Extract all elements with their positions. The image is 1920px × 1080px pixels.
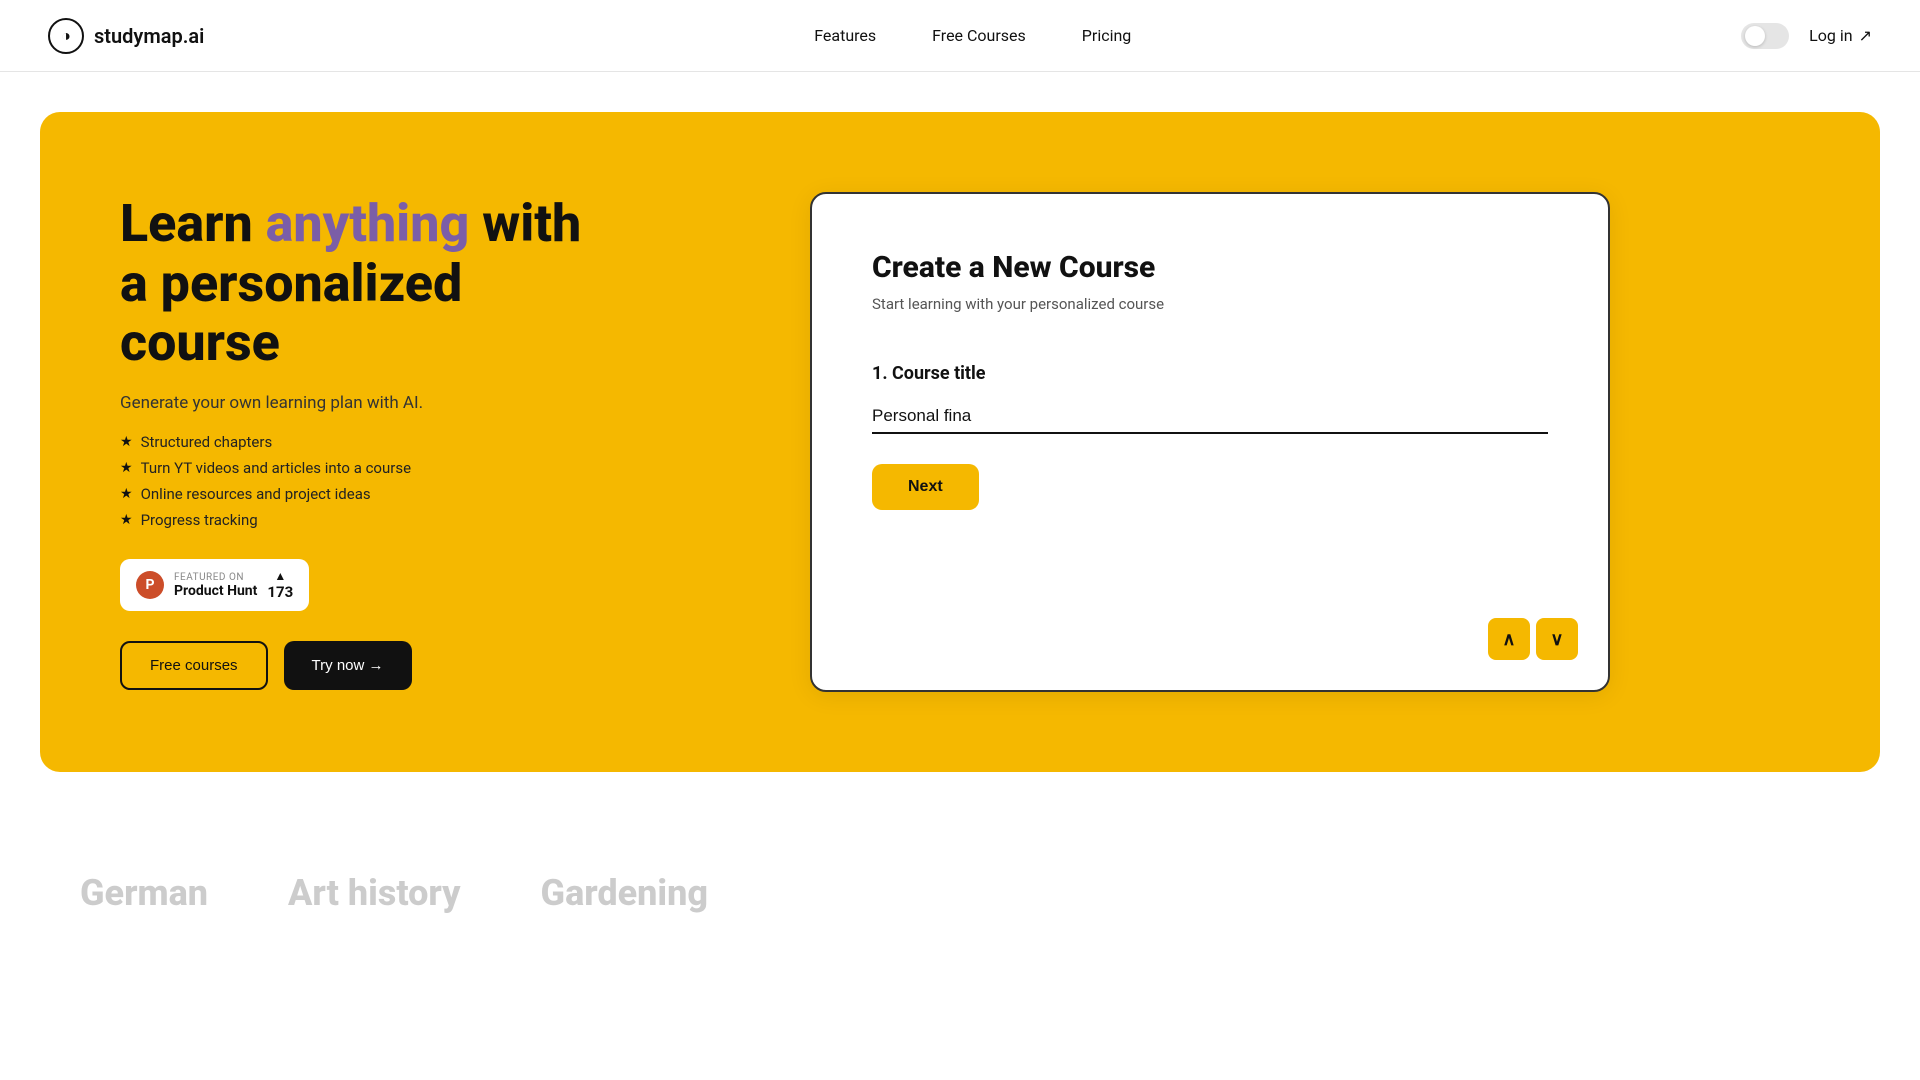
feature-item-3: ★ Online resources and project ideas (120, 485, 620, 503)
star-icon-1: ★ (120, 434, 133, 450)
nav-features[interactable]: Features (814, 26, 876, 45)
nav-up-button[interactable]: ∧ (1488, 618, 1530, 660)
try-now-button[interactable]: Try now → (284, 641, 412, 690)
logo-text: studymap.ai (94, 24, 204, 48)
card-title: Create a New Course (872, 250, 1548, 285)
bottom-course-german: German (80, 872, 208, 914)
bottom-course-gardening: Gardening (541, 872, 708, 914)
hero-buttons: Free courses Try now → (120, 641, 620, 690)
hero-title: Learn anything with a personalized cours… (120, 194, 620, 373)
nav-links: Features Free Courses Pricing (814, 26, 1131, 45)
product-hunt-badge[interactable]: P FEATURED ON Product Hunt ▲ 173 (120, 559, 309, 611)
course-title-label: 1. Course title (872, 363, 1548, 384)
nav-right: Log in ↗ (1741, 23, 1872, 49)
hero-description: Generate your own learning plan with AI. (120, 393, 620, 413)
hero-right: Create a New Course Start learning with … (620, 192, 1800, 692)
theme-toggle[interactable] (1741, 23, 1789, 49)
nav-pricing[interactable]: Pricing (1082, 26, 1132, 45)
next-button[interactable]: Next (872, 464, 979, 510)
ph-name: Product Hunt (174, 583, 257, 599)
card-subtitle: Start learning with your personalized co… (872, 295, 1548, 313)
hero-left: Learn anything with a personalized cours… (120, 194, 620, 690)
star-icon-2: ★ (120, 460, 133, 476)
feature-item-1: ★ Structured chapters (120, 433, 620, 451)
bottom-course-art: Art history (288, 872, 461, 914)
feature-item-4: ★ Progress tracking (120, 511, 620, 529)
star-icon-4: ★ (120, 512, 133, 528)
ph-featured-label: FEATURED ON (174, 572, 257, 583)
nav-free-courses[interactable]: Free Courses (932, 26, 1026, 45)
hero-section: Learn anything with a personalized cours… (40, 112, 1880, 772)
nav-down-button[interactable]: ∨ (1536, 618, 1578, 660)
login-button[interactable]: Log in ↗ (1809, 26, 1872, 45)
feature-list: ★ Structured chapters ★ Turn YT videos a… (120, 433, 620, 529)
free-courses-button[interactable]: Free courses (120, 641, 268, 690)
course-title-input[interactable] (872, 400, 1548, 434)
star-icon-3: ★ (120, 486, 133, 502)
logo-icon: ◑ (48, 18, 84, 54)
toggle-knob (1745, 26, 1765, 46)
product-hunt-logo: P (136, 571, 164, 599)
product-hunt-info: FEATURED ON Product Hunt (174, 572, 257, 599)
bottom-section: German Art history Gardening (0, 812, 1920, 974)
course-card: Create a New Course Start learning with … (810, 192, 1610, 692)
ph-count: ▲ 173 (267, 569, 293, 601)
feature-item-2: ★ Turn YT videos and articles into a cou… (120, 459, 620, 477)
navbar: ◑ studymap.ai Features Free Courses Pric… (0, 0, 1920, 72)
logo[interactable]: ◑ studymap.ai (48, 18, 204, 54)
card-navigation: ∧ ∨ (1488, 618, 1578, 660)
